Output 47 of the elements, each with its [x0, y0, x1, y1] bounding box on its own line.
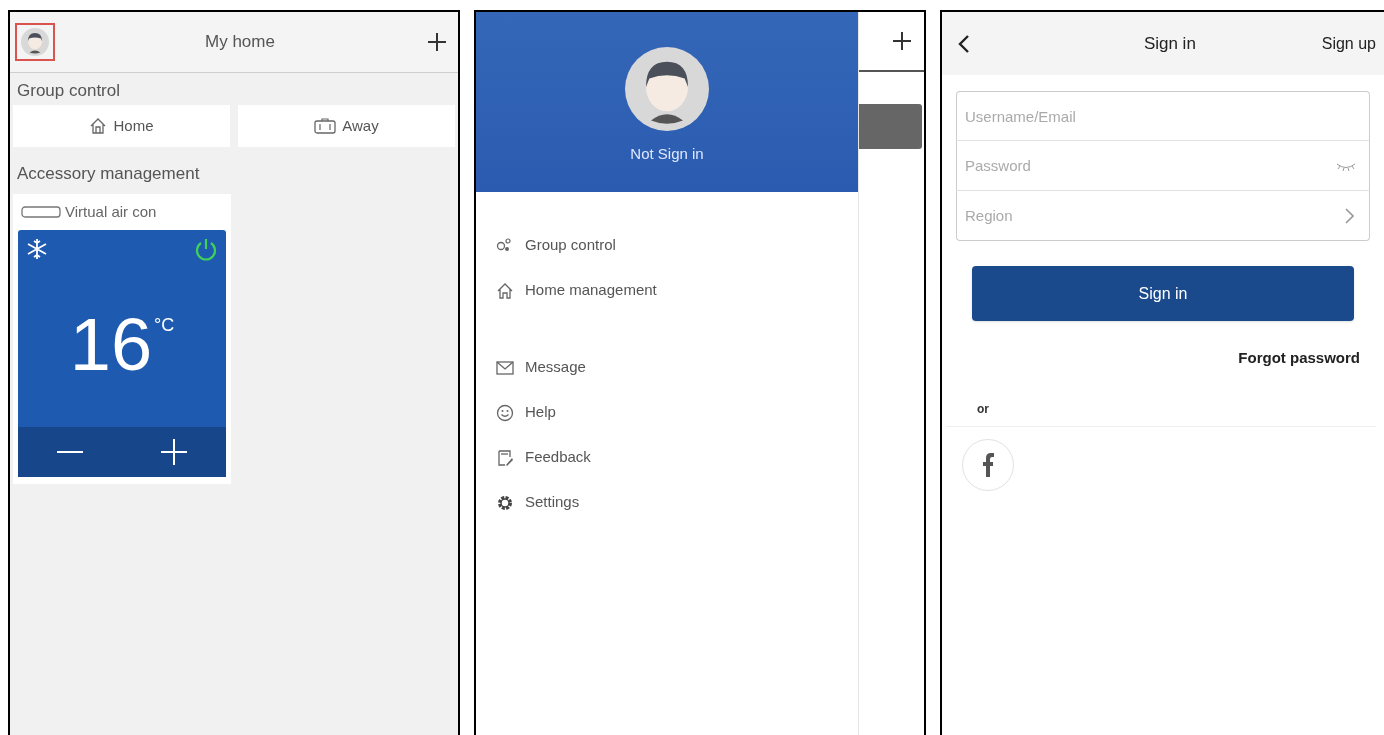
- avatar-button[interactable]: [15, 23, 55, 61]
- plus-icon: [427, 32, 447, 52]
- section-heading: Accessory management: [16, 163, 201, 185]
- device-name: Virtual air con: [65, 201, 157, 222]
- minus-icon: [56, 451, 84, 453]
- temperature-unit: °C: [154, 314, 175, 337]
- envelope-icon: [496, 358, 514, 377]
- avatar-icon: [625, 47, 709, 131]
- separator-label: or: [946, 369, 1376, 427]
- add-button[interactable]: [890, 29, 914, 53]
- menu-item[interactable]: Group control: [476, 223, 858, 268]
- note-icon: [496, 448, 514, 467]
- chevron-right-icon: [1344, 208, 1354, 224]
- increase-button[interactable]: [159, 437, 189, 467]
- input-field[interactable]: Region: [956, 191, 1370, 241]
- menu-item[interactable]: Help: [476, 390, 858, 435]
- smiley-icon: [496, 403, 514, 422]
- snowflake-icon: [26, 238, 48, 260]
- house-icon: [89, 117, 108, 135]
- input-field[interactable]: Password: [956, 141, 1370, 191]
- dimmed-card: [859, 104, 922, 149]
- plus-icon: [160, 438, 188, 466]
- suitcase-icon: [314, 118, 337, 134]
- plus-icon: [892, 31, 912, 51]
- group-button[interactable]: Home: [13, 105, 230, 147]
- input-field[interactable]: Username/Email: [956, 91, 1370, 141]
- f-logo-icon: [982, 452, 994, 477]
- sign-in-button[interactable]: Sign in: [972, 266, 1354, 321]
- sign-in-status: Not Sign in: [630, 144, 704, 164]
- menu-item[interactable]: Home management: [476, 268, 858, 313]
- screen-title: Sign in: [1142, 32, 1197, 55]
- menu-item[interactable]: Message: [476, 345, 858, 390]
- settings-icon: [496, 493, 514, 512]
- sign-up-link[interactable]: Sign up: [1321, 31, 1376, 56]
- section-heading: Group control: [16, 80, 121, 102]
- house-icon: [496, 281, 514, 300]
- add-button[interactable]: [425, 30, 449, 54]
- group-button[interactable]: Away: [238, 105, 455, 147]
- air-conditioner-icon: [21, 206, 61, 218]
- back-icon: [958, 33, 970, 54]
- forgot-password-link[interactable]: Forgot password: [1238, 347, 1360, 370]
- menu-item[interactable]: Settings: [476, 480, 858, 525]
- screen-title: My home: [204, 31, 276, 54]
- closed-eye-icon: [1336, 161, 1356, 171]
- menu-item[interactable]: Feedback: [476, 435, 858, 480]
- avatar-icon: [21, 28, 49, 56]
- temperature-reading: 16: [69, 310, 153, 380]
